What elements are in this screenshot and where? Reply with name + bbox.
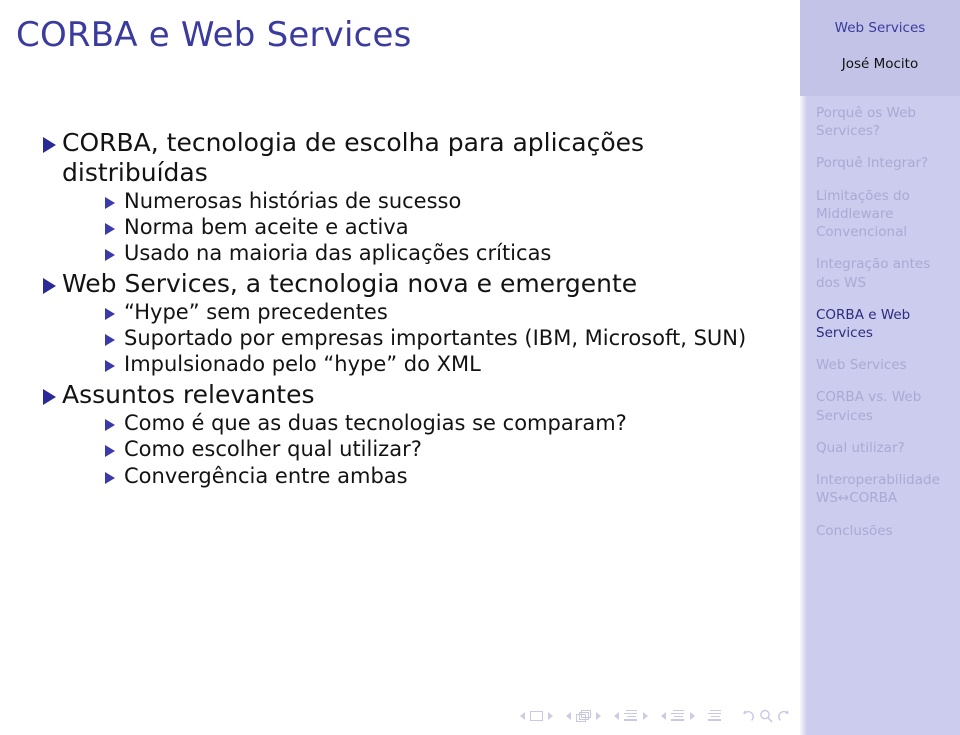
sidebar-item-interoperabilidade-ws↔corba[interactable]: Interoperabilidade WS↔CORBA bbox=[816, 471, 952, 507]
next-section-icon[interactable] bbox=[690, 712, 695, 720]
previous-frame-icon[interactable] bbox=[566, 712, 571, 720]
bullet-list-level2: “Hype” sem precedentes Suportado por empr… bbox=[80, 300, 790, 378]
sidebar-item-porquê-os-web-services[interactable]: Porquê os Web Services? bbox=[816, 104, 952, 140]
bullet-text: Web Services, a tecnologia nova e emerge… bbox=[62, 268, 638, 298]
sidebar-navigation: Porquê os Web Services? Porquê Integrar? L… bbox=[800, 104, 960, 554]
slide-icon[interactable] bbox=[530, 711, 543, 721]
bullet-text: Suportado por empresas importantes (IBM,… bbox=[124, 326, 747, 351]
presentation-icon[interactable] bbox=[708, 709, 722, 723]
bullet-list-level2: Numerosas histórias de sucesso Norma bem … bbox=[80, 189, 790, 267]
bullet-text: CORBA, tecnologia de escolha para aplica… bbox=[62, 128, 645, 187]
bullet-triangle-icon bbox=[105, 471, 115, 484]
bullet-text: Impulsionado pelo “hype” do XML bbox=[124, 352, 481, 377]
bullet-item-level2: Como escolher qual utilizar? bbox=[80, 437, 790, 462]
sidebar-item-corba-vs-web-services[interactable]: CORBA vs. Web Services bbox=[816, 388, 952, 424]
sidebar-item-integração-antes-dos-ws[interactable]: Integração antes dos WS bbox=[816, 255, 952, 291]
bullet-text: Norma bem aceite e activa bbox=[124, 215, 409, 240]
bullet-text: Usado na maioria das aplicações críticas bbox=[124, 241, 552, 266]
search-icon[interactable] bbox=[759, 709, 773, 723]
bullet-item-level2: Suportado por empresas importantes (IBM,… bbox=[80, 326, 790, 351]
slide-main-area: CORBA e Web Services CORBA, tecnologia d… bbox=[0, 0, 800, 735]
sidebar-item-corba-e-web-services[interactable]: CORBA e Web Services bbox=[816, 306, 952, 342]
back-icon[interactable] bbox=[740, 709, 755, 723]
bullet-triangle-icon bbox=[105, 445, 115, 458]
bullet-text: Como escolher qual utilizar? bbox=[124, 437, 422, 462]
sidebar-item-qual-utilizar[interactable]: Qual utilizar? bbox=[816, 439, 952, 457]
presentation-navigation-group[interactable] bbox=[708, 709, 722, 723]
section-navigation-group[interactable] bbox=[661, 709, 695, 723]
beamer-slide: CORBA e Web Services CORBA, tecnologia d… bbox=[0, 0, 960, 735]
bullet-list-level1: CORBA, tecnologia de escolha para aplica… bbox=[0, 128, 790, 489]
sidebar: Web Services José Mocito Porquê os Web S… bbox=[800, 0, 960, 735]
bullet-triangle-icon bbox=[105, 308, 115, 321]
bullet-triangle-icon bbox=[105, 334, 115, 347]
bullet-text: “Hype” sem precedentes bbox=[124, 300, 388, 325]
bullet-triangle-icon bbox=[105, 197, 115, 209]
sidebar-item-porquê-integrar[interactable]: Porquê Integrar? bbox=[816, 154, 952, 172]
bullet-item-level2: Impulsionado pelo “hype” do XML bbox=[80, 352, 790, 377]
subsection-icon[interactable] bbox=[624, 709, 638, 723]
bullet-triangle-icon bbox=[105, 360, 115, 373]
bullet-item-level2: Convergência entre ambas bbox=[80, 464, 790, 489]
previous-slide-icon[interactable] bbox=[520, 712, 525, 720]
bullet-text: Numerosas histórias de sucesso bbox=[124, 189, 462, 213]
frame-navigation-group[interactable] bbox=[566, 710, 601, 722]
frames-icon[interactable] bbox=[576, 710, 591, 722]
beamer-navigation-bar[interactable] bbox=[0, 703, 800, 729]
bullet-triangle-icon bbox=[105, 419, 115, 432]
bullet-item-level1: Assuntos relevantes Como é que as duas te… bbox=[0, 380, 790, 489]
sidebar-item-conclusões[interactable]: Conclusões bbox=[816, 522, 952, 540]
bullet-triangle-icon bbox=[43, 137, 56, 153]
page-title: CORBA e Web Services bbox=[16, 15, 412, 55]
bullet-triangle-icon bbox=[105, 249, 115, 262]
bullet-list-level2: Como é que as duas tecnologias se compar… bbox=[80, 411, 790, 489]
sidebar-author: José Mocito bbox=[841, 56, 919, 73]
next-frame-icon[interactable] bbox=[596, 712, 601, 720]
bullet-item-level2: “Hype” sem precedentes bbox=[80, 300, 790, 325]
sidebar-presentation-title: Web Services bbox=[834, 20, 926, 36]
history-navigation-group[interactable] bbox=[740, 709, 792, 723]
previous-subsection-icon[interactable] bbox=[614, 712, 619, 720]
bullet-item-level1: CORBA, tecnologia de escolha para aplica… bbox=[0, 128, 790, 267]
bullet-triangle-icon bbox=[43, 277, 56, 294]
section-icon[interactable] bbox=[671, 709, 685, 723]
bullet-triangle-icon bbox=[105, 223, 115, 236]
bullet-triangle-icon bbox=[43, 388, 56, 405]
bullet-text: Como é que as duas tecnologias se compar… bbox=[124, 411, 627, 436]
sidebar-item-limitações-do-middleware-convencional[interactable]: Limitações do Middleware Convencional bbox=[816, 187, 952, 242]
bullet-item-level1: Web Services, a tecnologia nova e emerge… bbox=[0, 269, 790, 378]
bullet-item-level2: Usado na maioria das aplicações críticas bbox=[80, 241, 790, 266]
forward-icon[interactable] bbox=[777, 709, 792, 723]
bullet-text: Convergência entre ambas bbox=[124, 463, 408, 488]
sidebar-item-web-services[interactable]: Web Services bbox=[816, 356, 952, 374]
bullet-text: Assuntos relevantes bbox=[62, 379, 315, 409]
slide-body: CORBA, tecnologia de escolha para aplica… bbox=[0, 128, 800, 491]
previous-section-icon[interactable] bbox=[661, 712, 666, 720]
subsection-navigation-group[interactable] bbox=[614, 709, 648, 723]
next-slide-icon[interactable] bbox=[548, 712, 553, 720]
bullet-item-level2: Numerosas histórias de sucesso bbox=[80, 189, 790, 214]
next-subsection-icon[interactable] bbox=[643, 712, 648, 720]
bullet-item-level2: Norma bem aceite e activa bbox=[80, 215, 790, 240]
slide-navigation-group[interactable] bbox=[520, 711, 553, 721]
sidebar-header: Web Services José Mocito bbox=[800, 0, 960, 96]
bullet-item-level2: Como é que as duas tecnologias se compar… bbox=[80, 411, 790, 436]
